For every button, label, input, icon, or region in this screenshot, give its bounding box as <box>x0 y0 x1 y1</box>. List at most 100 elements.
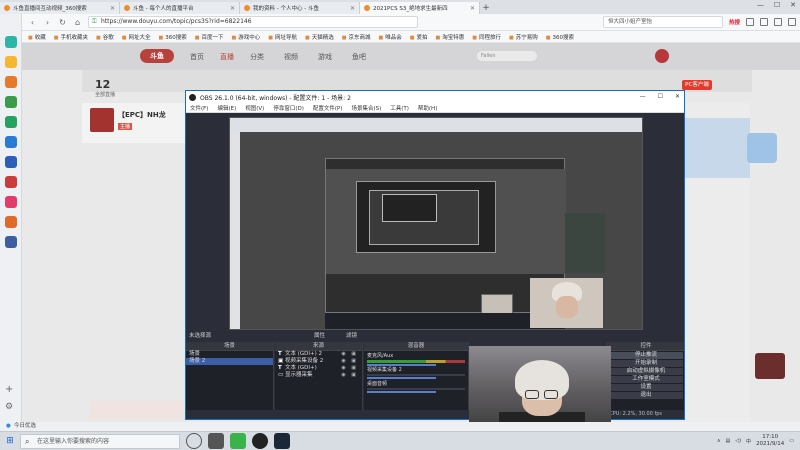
nav-live[interactable]: 直播 <box>220 52 234 62</box>
nav-game[interactable]: 游戏 <box>318 52 332 62</box>
clock[interactable]: 17:10 2021/9/14 <box>756 434 784 448</box>
forward-icon[interactable]: › <box>43 18 52 27</box>
sidebar-tools-icon[interactable] <box>5 236 17 248</box>
bookmark-item[interactable]: 同程旅行 <box>472 33 501 41</box>
menu-help[interactable]: 帮助(H) <box>418 104 437 112</box>
new-tab-button[interactable]: + <box>480 2 492 14</box>
douyu-logo[interactable]: 斗鱼 <box>140 49 174 63</box>
scene-item-selected[interactable]: 场景 2 <box>186 358 273 365</box>
menu-icon[interactable] <box>760 18 768 26</box>
home-icon[interactable]: ⌂ <box>73 18 82 27</box>
properties-button[interactable]: 属性 <box>314 332 325 341</box>
bookmark-item[interactable]: 爱拍 <box>410 33 427 41</box>
nav-video[interactable]: 视频 <box>284 52 298 62</box>
eye-lock-icon[interactable]: ◉ ▣ <box>341 365 358 372</box>
sidebar-favorites-icon[interactable] <box>5 56 17 68</box>
back-icon[interactable]: ‹ <box>28 18 37 27</box>
maximize-icon[interactable]: ☐ <box>658 93 663 100</box>
sidebar-news-icon[interactable] <box>5 176 17 188</box>
hot-search-label[interactable]: 热搜 <box>729 18 740 26</box>
menu-edit[interactable]: 编辑(E) <box>217 104 236 112</box>
sidebar-wechat-icon[interactable] <box>5 116 17 128</box>
settings-icon[interactable] <box>788 18 796 26</box>
bookmark-item[interactable]: 淘宝特惠 <box>435 33 464 41</box>
close-icon[interactable]: ✕ <box>675 93 680 100</box>
pc-client-badge[interactable]: PC客户端 <box>682 80 712 90</box>
close-tab-icon[interactable]: ✕ <box>470 5 475 12</box>
network-icon[interactable]: ▤ <box>726 438 731 444</box>
start-recording-button[interactable]: 开始录制 <box>609 360 683 367</box>
obs-taskbar-icon[interactable] <box>252 433 268 449</box>
menu-scene-collection[interactable]: 场景集合(S) <box>351 104 381 112</box>
minimize-icon[interactable]: — <box>757 1 764 9</box>
notification-icon[interactable]: ▭ <box>789 438 794 444</box>
reload-icon[interactable]: ↻ <box>58 18 67 27</box>
nav-yuba[interactable]: 鱼吧 <box>352 52 366 62</box>
sidebar-weibo-icon[interactable] <box>5 216 17 228</box>
bookmark-item[interactable]: 游戏中心 <box>231 33 260 41</box>
volume-icon[interactable]: ◁) <box>735 438 741 444</box>
extension-icon[interactable] <box>746 18 754 26</box>
menu-view[interactable]: 视图(V) <box>245 104 264 112</box>
sidebar-game-icon[interactable] <box>5 76 17 88</box>
avatar[interactable] <box>655 49 669 63</box>
close-tab-icon[interactable]: ✕ <box>110 5 115 12</box>
bookmark-item[interactable]: 360搜索 <box>546 33 574 41</box>
browser-tab-2[interactable]: 斗鱼 - 每个人的直播平台 ✕ <box>120 2 240 14</box>
sidebar-add-icon[interactable]: + <box>5 384 13 395</box>
nav-home[interactable]: 首页 <box>190 52 204 62</box>
bookmark-item[interactable]: 网址导航 <box>268 33 297 41</box>
task-view-icon[interactable] <box>208 433 224 449</box>
bookmark-item[interactable]: 百度一下 <box>195 33 223 41</box>
bookmark-item[interactable]: 谷歌 <box>96 33 114 41</box>
minimize-icon[interactable]: — <box>640 93 646 100</box>
bookmark-item[interactable]: 360搜索 <box>159 33 187 41</box>
source-item[interactable]: ▭ 显示器采集 ◉ ▣ <box>275 372 362 379</box>
bookmark-item[interactable]: 天猫精选 <box>305 33 334 41</box>
bookmark-item[interactable]: 苏宁易购 <box>509 33 538 41</box>
browser-status-bar[interactable]: 今日优选 <box>0 422 800 431</box>
bookmark-item[interactable]: 网址大全 <box>122 33 150 41</box>
sidebar-video-icon[interactable] <box>5 96 17 108</box>
source-item[interactable]: T 文本 (GDI+) 2 ◉ ▣ <box>275 351 362 358</box>
start-virtual-camera-button[interactable]: 启动虚拟摄像机 <box>609 368 683 375</box>
promo-image[interactable] <box>755 353 785 379</box>
sidebar-app-icon[interactable] <box>5 36 17 48</box>
sidebar-notes-icon[interactable] <box>5 136 17 148</box>
steam-taskbar-icon[interactable] <box>274 433 290 449</box>
filters-button[interactable]: 滤镜 <box>346 332 357 341</box>
cortana-icon[interactable] <box>186 433 202 449</box>
eye-lock-icon[interactable]: ◉ ▣ <box>341 372 358 379</box>
studio-mode-button[interactable]: 工作室模式 <box>609 376 683 383</box>
bookmark-item[interactable]: 收藏 <box>28 33 46 41</box>
taskbar-search-input[interactable]: 在这里输入你要搜索的内容 <box>20 433 180 449</box>
sidebar-shop-icon[interactable] <box>5 196 17 208</box>
nav-category[interactable]: 分类 <box>250 52 264 62</box>
scene-item[interactable]: 场景 <box>186 351 273 358</box>
bookmark-item[interactable]: 京东商城 <box>342 33 370 41</box>
volume-fader[interactable] <box>367 391 436 393</box>
sidebar-mail-icon[interactable] <box>5 156 17 168</box>
obs-preview[interactable] <box>186 114 684 332</box>
apps-icon[interactable] <box>774 18 782 26</box>
source-item[interactable]: T 文本 (GDI+) ◉ ▣ <box>275 365 362 372</box>
windows-start-icon[interactable]: ⊞ <box>0 436 20 446</box>
browser-search-input[interactable]: 恒大四小姐产室怡 <box>602 16 723 28</box>
room-name[interactable]: 【EPC】NH龙 <box>118 110 166 120</box>
douyu-search-input[interactable]: Fallen <box>477 51 537 61</box>
bookmark-item[interactable]: 手机收藏夹 <box>54 33 88 41</box>
address-bar[interactable]: https://www.douyu.com/topic/pcs3S?rid=68… <box>88 16 418 28</box>
menu-profile[interactable]: 配置文件(P) <box>313 104 343 112</box>
close-tab-icon[interactable]: ✕ <box>230 5 235 12</box>
event-banner[interactable] <box>685 118 750 178</box>
bookmark-item[interactable]: 唯品会 <box>378 33 402 41</box>
settings-button[interactable]: 设置 <box>609 384 683 391</box>
ime-icon[interactable]: 中 <box>746 438 751 445</box>
maximize-icon[interactable]: ☐ <box>774 1 780 9</box>
menu-docks[interactable]: 停靠窗口(D) <box>273 104 304 112</box>
browser-tab-4-active[interactable]: 2021PCS S3_绝地求生最新四 ✕ <box>360 2 480 14</box>
stop-streaming-button[interactable]: 停止推流 <box>609 352 683 359</box>
sidebar-settings-icon[interactable]: ⚙ <box>5 402 13 412</box>
chevron-up-icon[interactable]: ∧ <box>717 438 721 444</box>
browser-taskbar-icon[interactable] <box>230 433 246 449</box>
